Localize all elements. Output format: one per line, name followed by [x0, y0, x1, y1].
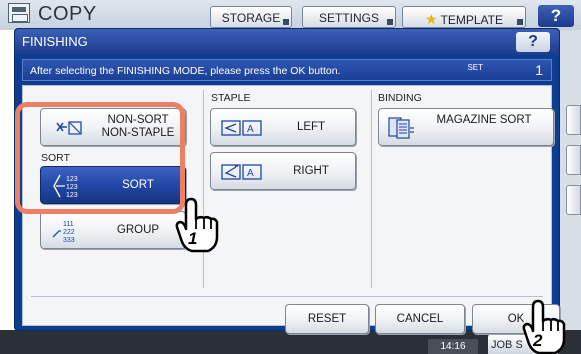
staple-section-label: STAPLE — [211, 92, 251, 104]
reset-label: RESET — [307, 313, 347, 325]
staple-right-icon: A — [221, 164, 262, 180]
magazine-sort-icon — [388, 117, 414, 139]
dialog-title-bar: FINISHING ? — [15, 29, 559, 55]
staple-right-icon-letter: A — [247, 168, 254, 179]
hand-pointer-icon: 1 — [175, 197, 219, 253]
staple-right-button[interactable]: A RIGHT — [210, 152, 356, 190]
step-number-2: 2 — [532, 331, 543, 350]
group-icon-digits: 222 — [63, 229, 75, 236]
binding-section-label: BINDING — [378, 92, 422, 104]
tab-template-label: TEMPLATE — [440, 13, 504, 27]
sort-group-highlight — [15, 102, 185, 214]
tab-settings-label: SETTINGS — [318, 11, 379, 25]
step-number-1: 1 — [188, 229, 197, 248]
magazine-sort-button[interactable]: MAGAZINE SORT — [378, 108, 554, 146]
divider — [31, 296, 543, 297]
star-icon: ★ — [424, 11, 438, 27]
instruction-bar: After selecting the FINISHING MODE, plea… — [22, 59, 552, 81]
group-button[interactable]: 111 222 333 GROUP — [40, 211, 186, 249]
copy-app-icon — [8, 3, 30, 23]
tab-corner-icon — [283, 19, 289, 25]
instruction-text: After selecting the FINISHING MODE, plea… — [30, 65, 341, 77]
tab-corner-icon — [517, 19, 523, 25]
dialog-help-button[interactable]: ? — [516, 32, 550, 52]
cancel-button[interactable]: CANCEL — [375, 304, 465, 334]
staple-left-label: LEFT — [296, 121, 326, 133]
divider — [203, 90, 204, 288]
tab-template[interactable]: ★ TEMPLATE — [402, 6, 526, 28]
clock: 14:16 — [428, 339, 478, 354]
group-label: GROUP — [116, 224, 160, 236]
staple-left-button[interactable]: A LEFT — [210, 108, 356, 146]
staple-left-icon-letter: A — [247, 124, 254, 135]
group-icon-digits: 333 — [63, 237, 75, 244]
tab-storage[interactable]: STORAGE — [210, 6, 292, 28]
group-icon-digits: 111 — [63, 221, 74, 228]
app-title: COPY — [38, 3, 97, 25]
app-help-button[interactable]: ? — [538, 5, 574, 27]
staple-right-label: RIGHT — [293, 165, 329, 177]
tab-storage-label: STORAGE — [221, 11, 281, 25]
cancel-label: CANCEL — [396, 313, 444, 325]
set-label: SET — [467, 63, 483, 72]
side-button[interactable] — [566, 105, 581, 135]
group-icon: 111 222 333 — [52, 221, 75, 244]
magazine-sort-label: MAGAZINE SORT — [436, 114, 532, 126]
tab-corner-icon — [387, 19, 393, 25]
side-button[interactable] — [566, 185, 581, 215]
side-button[interactable] — [566, 145, 581, 175]
dialog-title: FINISHING — [22, 34, 88, 49]
hand-pointer-icon: 2 — [522, 299, 566, 354]
tab-settings[interactable]: SETTINGS — [302, 6, 396, 28]
divider — [371, 90, 372, 288]
set-count: 1 — [535, 62, 543, 78]
reset-button[interactable]: RESET — [285, 304, 369, 334]
staple-left-icon: A — [221, 120, 262, 136]
